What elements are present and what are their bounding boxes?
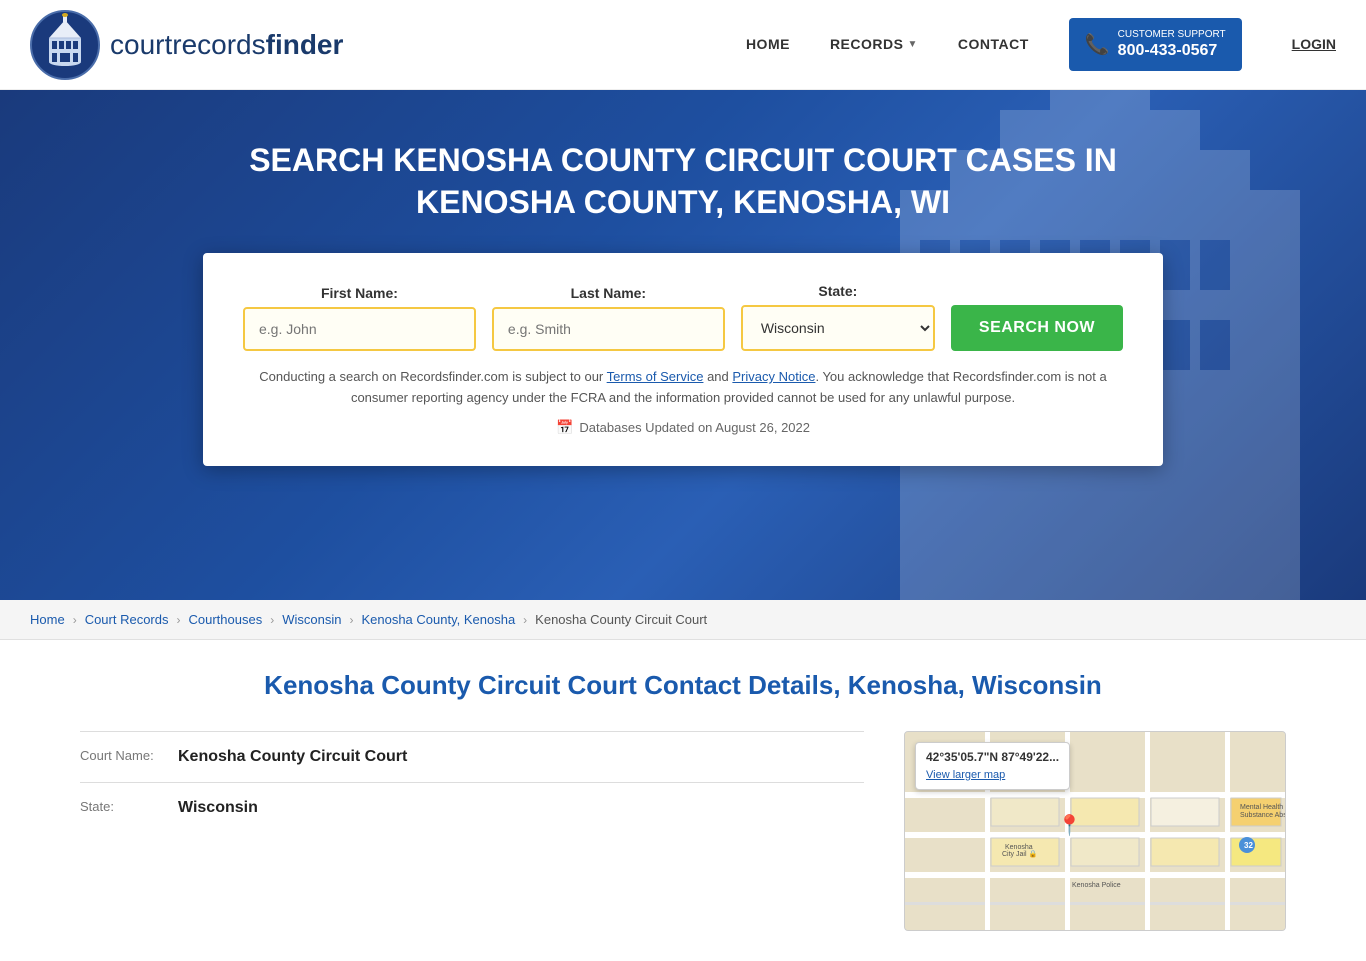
breadcrumb-courthouses[interactable]: Courthouses bbox=[189, 612, 263, 627]
logo-area: courtrecordsfinder bbox=[30, 10, 746, 80]
map-coordinates: 42°35'05.7"N 87°49'22... bbox=[926, 749, 1059, 766]
breadcrumb-wisconsin[interactable]: Wisconsin bbox=[282, 612, 341, 627]
chevron-down-icon: ▼ bbox=[907, 39, 917, 50]
court-name-value: Kenosha County Circuit Court bbox=[178, 748, 407, 766]
phone-number: 800-433-0567 bbox=[1118, 41, 1226, 62]
privacy-link[interactable]: Privacy Notice bbox=[732, 369, 815, 384]
phone-icon: 📞 bbox=[1085, 32, 1110, 57]
breadcrumb-sep-1: › bbox=[73, 613, 77, 627]
breadcrumb-sep-5: › bbox=[523, 613, 527, 627]
terms-link[interactable]: Terms of Service bbox=[607, 369, 704, 384]
breadcrumb-sep-3: › bbox=[270, 613, 274, 627]
map-coord-box: 42°35'05.7"N 87°49'22... View larger map bbox=[915, 742, 1070, 790]
search-fields: First Name: Last Name: State: Wisconsin … bbox=[243, 283, 1123, 351]
logo-icon bbox=[30, 10, 100, 80]
breadcrumb-current: Kenosha County Circuit Court bbox=[535, 612, 707, 627]
calendar-icon: 📅 bbox=[556, 419, 573, 436]
db-updated: 📅 Databases Updated on August 26, 2022 bbox=[243, 419, 1123, 436]
svg-text:Kenosha: Kenosha bbox=[1005, 844, 1033, 851]
state-value: Wisconsin bbox=[178, 799, 258, 817]
state-label: State: bbox=[80, 799, 170, 814]
hero-title: SEARCH KENOSHA COUNTY CIRCUIT COURT CASE… bbox=[233, 140, 1133, 223]
breadcrumb-sep-2: › bbox=[177, 613, 181, 627]
last-name-field-group: Last Name: bbox=[492, 285, 725, 351]
support-label: CUSTOMER SUPPORT bbox=[1118, 28, 1226, 41]
section-title: Kenosha County Circuit Court Contact Det… bbox=[80, 670, 1286, 701]
map-container[interactable]: Mental Health & Substance Abs Kenosha Ci… bbox=[904, 731, 1286, 931]
customer-support-phone[interactable]: 📞 CUSTOMER SUPPORT 800-433-0567 bbox=[1069, 18, 1242, 72]
nav-records[interactable]: RECORDS ▼ bbox=[830, 36, 918, 52]
search-button[interactable]: SEARCH NOW bbox=[951, 305, 1123, 351]
first-name-label: First Name: bbox=[243, 285, 476, 301]
search-card: First Name: Last Name: State: Wisconsin … bbox=[203, 253, 1163, 466]
svg-text:City Jail 🔒: City Jail 🔒 bbox=[1002, 850, 1037, 858]
svg-text:📍: 📍 bbox=[1057, 813, 1082, 837]
breadcrumb-kenosha-county[interactable]: Kenosha County, Kenosha bbox=[361, 612, 515, 627]
main-content: Kenosha County Circuit Court Contact Det… bbox=[0, 640, 1366, 961]
breadcrumb-home[interactable]: Home bbox=[30, 612, 65, 627]
last-name-input[interactable] bbox=[492, 307, 725, 351]
first-name-input[interactable] bbox=[243, 307, 476, 351]
nav-home[interactable]: HOME bbox=[746, 36, 790, 52]
court-details: Court Name: Kenosha County Circuit Court… bbox=[80, 731, 864, 931]
breadcrumb: Home › Court Records › Courthouses › Wis… bbox=[0, 600, 1366, 640]
nav-login[interactable]: LOGIN bbox=[1292, 36, 1336, 52]
main-nav: HOME RECORDS ▼ CONTACT 📞 CUSTOMER SUPPOR… bbox=[746, 18, 1336, 72]
first-name-field-group: First Name: bbox=[243, 285, 476, 351]
court-name-label: Court Name: bbox=[80, 748, 170, 763]
map-area: Mental Health & Substance Abs Kenosha Ci… bbox=[904, 731, 1286, 931]
court-name-row: Court Name: Kenosha County Circuit Court bbox=[80, 731, 864, 782]
svg-text:Kenosha Police: Kenosha Police bbox=[1072, 882, 1121, 889]
state-select[interactable]: Wisconsin Alabama Alaska Arizona Califor… bbox=[741, 305, 935, 351]
state-label: State: bbox=[741, 283, 935, 299]
hero-section: SEARCH KENOSHA COUNTY CIRCUIT COURT CASE… bbox=[0, 90, 1366, 600]
state-row: State: Wisconsin bbox=[80, 782, 864, 833]
site-header: courtrecordsfinder HOME RECORDS ▼ CONTAC… bbox=[0, 0, 1366, 90]
svg-text:Mental Health &: Mental Health & bbox=[1240, 804, 1285, 811]
svg-text:Substance Abs: Substance Abs bbox=[1240, 812, 1285, 819]
nav-contact[interactable]: CONTACT bbox=[958, 36, 1029, 52]
breadcrumb-sep-4: › bbox=[349, 613, 353, 627]
content-grid: Court Name: Kenosha County Circuit Court… bbox=[80, 731, 1286, 931]
svg-text:32: 32 bbox=[1244, 841, 1253, 850]
breadcrumb-court-records[interactable]: Court Records bbox=[85, 612, 169, 627]
logo-text: courtrecordsfinder bbox=[110, 29, 343, 61]
last-name-label: Last Name: bbox=[492, 285, 725, 301]
view-larger-map-link[interactable]: View larger map bbox=[926, 769, 1005, 781]
disclaimer-text: Conducting a search on Recordsfinder.com… bbox=[243, 367, 1123, 409]
state-field-group: State: Wisconsin Alabama Alaska Arizona … bbox=[741, 283, 935, 351]
